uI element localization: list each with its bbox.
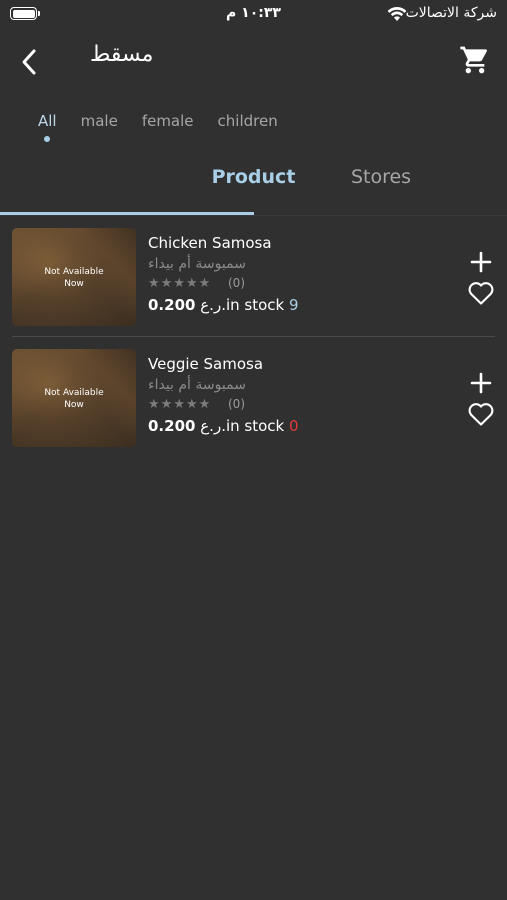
rating-stars: ★ ★ ★ ★ ★: [148, 397, 210, 412]
product-image: Not Available Now: [12, 228, 136, 326]
star-icon: ★: [148, 276, 160, 291]
filter-female[interactable]: female: [142, 112, 194, 130]
cart-icon: [460, 46, 488, 74]
page-title: مسقط: [90, 42, 154, 67]
product-name: Veggie Samosa: [148, 355, 264, 373]
star-icon: ★: [185, 276, 198, 291]
back-chevron-icon: [22, 49, 36, 75]
star-icon: ★: [160, 276, 173, 291]
filter-children[interactable]: children: [218, 112, 278, 130]
favorite-button[interactable]: [467, 280, 495, 306]
rating-count: (0): [228, 276, 245, 290]
add-to-cart-button[interactable]: [469, 250, 493, 274]
not-available-line2: Now: [64, 279, 84, 289]
filter-male-label: male: [80, 112, 118, 130]
filter-all[interactable]: All: [38, 112, 57, 142]
plus-icon: [470, 251, 492, 273]
not-available-line1: Not Available: [44, 267, 104, 277]
stock-label: in stock: [225, 417, 285, 435]
currency: ر.ع.: [200, 296, 226, 314]
stock-count: 0: [289, 417, 299, 435]
plus-icon: [470, 372, 492, 394]
stock-count: 9: [289, 296, 299, 314]
header: مسقط: [0, 40, 507, 84]
product-store-name: سمبوسة أم بيداء: [148, 377, 246, 393]
star-icon: ★: [198, 397, 211, 412]
product-store-name: سمبوسة أم بيداء: [148, 256, 246, 272]
filter-male[interactable]: male: [81, 112, 118, 130]
star-icon: ★: [185, 397, 198, 412]
tab-stores[interactable]: Stores: [254, 166, 507, 188]
not-available-label: Not Available Now: [12, 387, 136, 411]
not-available-label: Not Available Now: [12, 266, 136, 290]
back-button[interactable]: [14, 44, 48, 78]
divider: [12, 336, 495, 337]
star-icon: ★: [198, 276, 211, 291]
add-to-cart-button[interactable]: [469, 371, 493, 395]
price-stock-line: 0.200 ر.ع.in stock 9: [148, 296, 299, 314]
favorite-button[interactable]: [467, 401, 495, 427]
carrier-name: شركة الاتصالات: [405, 5, 497, 21]
rating-stars: ★ ★ ★ ★ ★: [148, 276, 210, 291]
star-icon: ★: [173, 397, 185, 412]
currency: ر.ع.: [200, 417, 226, 435]
gender-filters: All male female children: [38, 112, 302, 142]
wifi-icon: [387, 6, 407, 21]
price-stock-line: 0.200 ر.ع.in stock 0: [148, 417, 299, 435]
heart-outline-icon: [468, 282, 494, 305]
filter-children-label: children: [217, 112, 278, 130]
filter-female-label: female: [141, 112, 194, 130]
star-icon: ★: [173, 276, 185, 291]
screen: ١٠:٣٣ م شركة الاتصالات مسقط All male fem…: [0, 0, 507, 900]
status-bar: ١٠:٣٣ م شركة الاتصالات: [0, 0, 507, 28]
filter-all-label: All: [38, 112, 57, 130]
rating-count: (0): [228, 397, 245, 411]
price-value: 0.200: [148, 296, 196, 314]
price-value: 0.200: [148, 417, 196, 435]
star-icon: ★: [160, 397, 173, 412]
not-available-line1: Not Available: [44, 388, 104, 398]
star-icon: ★: [148, 397, 160, 412]
active-filter-dot: [44, 136, 51, 142]
list-item[interactable]: Not Available Now Veggie Samosa سمبوسة أ…: [0, 349, 507, 469]
tab-indicator: [0, 212, 254, 215]
tab-bar: Product Stores: [0, 158, 507, 216]
not-available-line2: Now: [64, 400, 84, 410]
product-image: Not Available Now: [12, 349, 136, 447]
stock-label: in stock: [225, 296, 285, 314]
list-item[interactable]: Not Available Now Chicken Samosa سمبوسة …: [0, 228, 507, 348]
cart-button[interactable]: [459, 44, 491, 76]
heart-outline-icon: [468, 403, 494, 426]
product-name: Chicken Samosa: [148, 234, 272, 252]
